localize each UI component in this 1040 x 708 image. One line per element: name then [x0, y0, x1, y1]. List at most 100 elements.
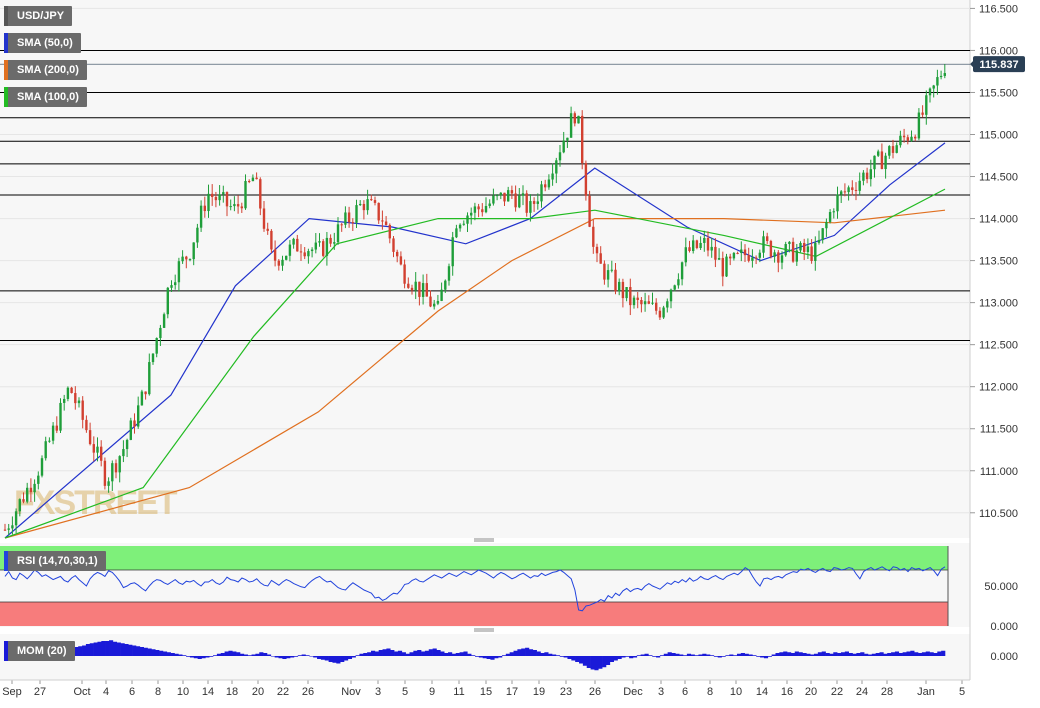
candle-body: [166, 287, 169, 315]
momentum-bar: [906, 651, 911, 656]
momentum-bar: [856, 653, 861, 656]
candle-body: [647, 301, 650, 304]
candle-body: [447, 266, 451, 281]
chart-root: FXSTREET 116.500 116.000 115.500 115.000 114…: [0, 0, 1040, 703]
candle-body: [233, 204, 236, 207]
legend-sma-100[interactable]: SMA (100,0): [4, 87, 87, 107]
candle-body: [70, 387, 73, 394]
date-axis: Sep 27 Oct 4 6 8 10 14 18 20 22 26 Nov 3 5 9 11 15 17 19 23 2…: [0, 679, 970, 698]
candle-body: [492, 195, 495, 204]
legend-momentum[interactable]: MOM (20): [4, 641, 75, 661]
momentum-bar: [679, 654, 684, 656]
candle-body: [736, 252, 739, 254]
price-tick-label: 111.500: [980, 424, 1018, 436]
momentum-bar: [883, 653, 888, 656]
candle-body: [277, 260, 280, 266]
momentum-bar: [509, 652, 514, 656]
candle-body: [318, 241, 321, 243]
date-tick-label: Jan: [917, 686, 935, 698]
pane-resize-handle-1[interactable]: [474, 538, 494, 542]
momentum-bar: [340, 656, 345, 662]
momentum-bar: [224, 651, 229, 656]
momentum-bar: [290, 656, 295, 658]
candle-body: [921, 112, 924, 115]
momentum-bar: [579, 656, 584, 664]
candle-body: [873, 155, 876, 170]
candle-body: [399, 256, 403, 265]
candle-body: [895, 145, 898, 153]
momentum-bar: [540, 653, 545, 656]
momentum-bar: [162, 651, 168, 656]
date-tick-label: 18: [226, 686, 238, 698]
date-tick-label: 4: [103, 686, 109, 698]
candle-body: [943, 73, 946, 76]
candle-body: [236, 204, 240, 207]
momentum-bar: [598, 656, 603, 669]
date-tick-label: 16: [781, 686, 793, 698]
candle-body: [396, 251, 399, 257]
momentum-bar: [602, 656, 607, 668]
candle-body: [333, 242, 336, 244]
momentum-bar: [821, 651, 826, 656]
pane-resize-handle-2[interactable]: [474, 628, 494, 632]
candle-body: [544, 184, 547, 188]
momentum-bar: [116, 642, 121, 656]
momentum-bar: [363, 653, 368, 656]
candle-body: [137, 405, 140, 427]
momentum-bar: [486, 656, 491, 659]
candle-body: [777, 252, 780, 263]
momentum-bar: [740, 653, 745, 656]
momentum-bar: [155, 650, 160, 656]
momentum-bar: [829, 653, 834, 656]
candle-body: [632, 297, 636, 306]
momentum-bar: [771, 654, 776, 656]
momentum-bar: [193, 656, 198, 659]
momentum-bar: [517, 649, 522, 656]
momentum-bar: [787, 652, 792, 656]
candle-body: [148, 362, 151, 395]
candle-body: [18, 499, 21, 512]
momentum-bar: [213, 655, 218, 656]
candle-body: [729, 256, 732, 259]
candle-body: [118, 456, 121, 473]
sma-200-color-swatch: [4, 60, 8, 80]
rsi-overbought-zone: [0, 546, 948, 570]
candle-body: [743, 249, 747, 256]
candle-body: [159, 327, 162, 339]
legend-rsi[interactable]: RSI (14,70,30,1): [4, 551, 106, 571]
legend-sma-50[interactable]: SMA (50,0): [4, 33, 81, 53]
price-tick-label: 110.500: [979, 508, 1018, 520]
candle-body: [410, 287, 414, 291]
candle-body: [425, 283, 428, 297]
momentum-bar: [143, 647, 148, 656]
momentum-bar: [351, 656, 356, 658]
legend-symbol[interactable]: USD/JPY: [4, 6, 73, 26]
momentum-bar: [632, 656, 638, 658]
candle-body: [162, 314, 166, 328]
candle-body: [199, 205, 203, 228]
candle-body: [906, 137, 909, 141]
candle-body: [51, 425, 55, 441]
candle-body: [26, 487, 29, 502]
candle-body: [769, 240, 773, 257]
momentum-bar: [921, 652, 927, 656]
candle-body: [618, 281, 621, 292]
chart-svg[interactable]: FXSTREET 116.500116.000115.500115.000114…: [0, 0, 1040, 703]
candle-body: [899, 135, 902, 146]
candle-body: [507, 190, 510, 202]
candle-body: [344, 212, 347, 225]
candle-body: [133, 420, 136, 427]
candle-body: [177, 261, 181, 283]
date-tick-label: 24: [856, 686, 868, 698]
candle-body: [455, 228, 458, 238]
candle-body: [851, 187, 854, 190]
legend-sma-200[interactable]: SMA (200,0): [4, 60, 87, 80]
candle-body: [151, 353, 155, 363]
momentum-bar: [401, 652, 406, 656]
candle-body: [762, 236, 765, 253]
candle-body: [29, 487, 33, 493]
momentum-bar: [563, 656, 568, 658]
candle-body: [817, 240, 821, 243]
momentum-bar: [170, 653, 175, 656]
candle-body: [495, 195, 499, 197]
